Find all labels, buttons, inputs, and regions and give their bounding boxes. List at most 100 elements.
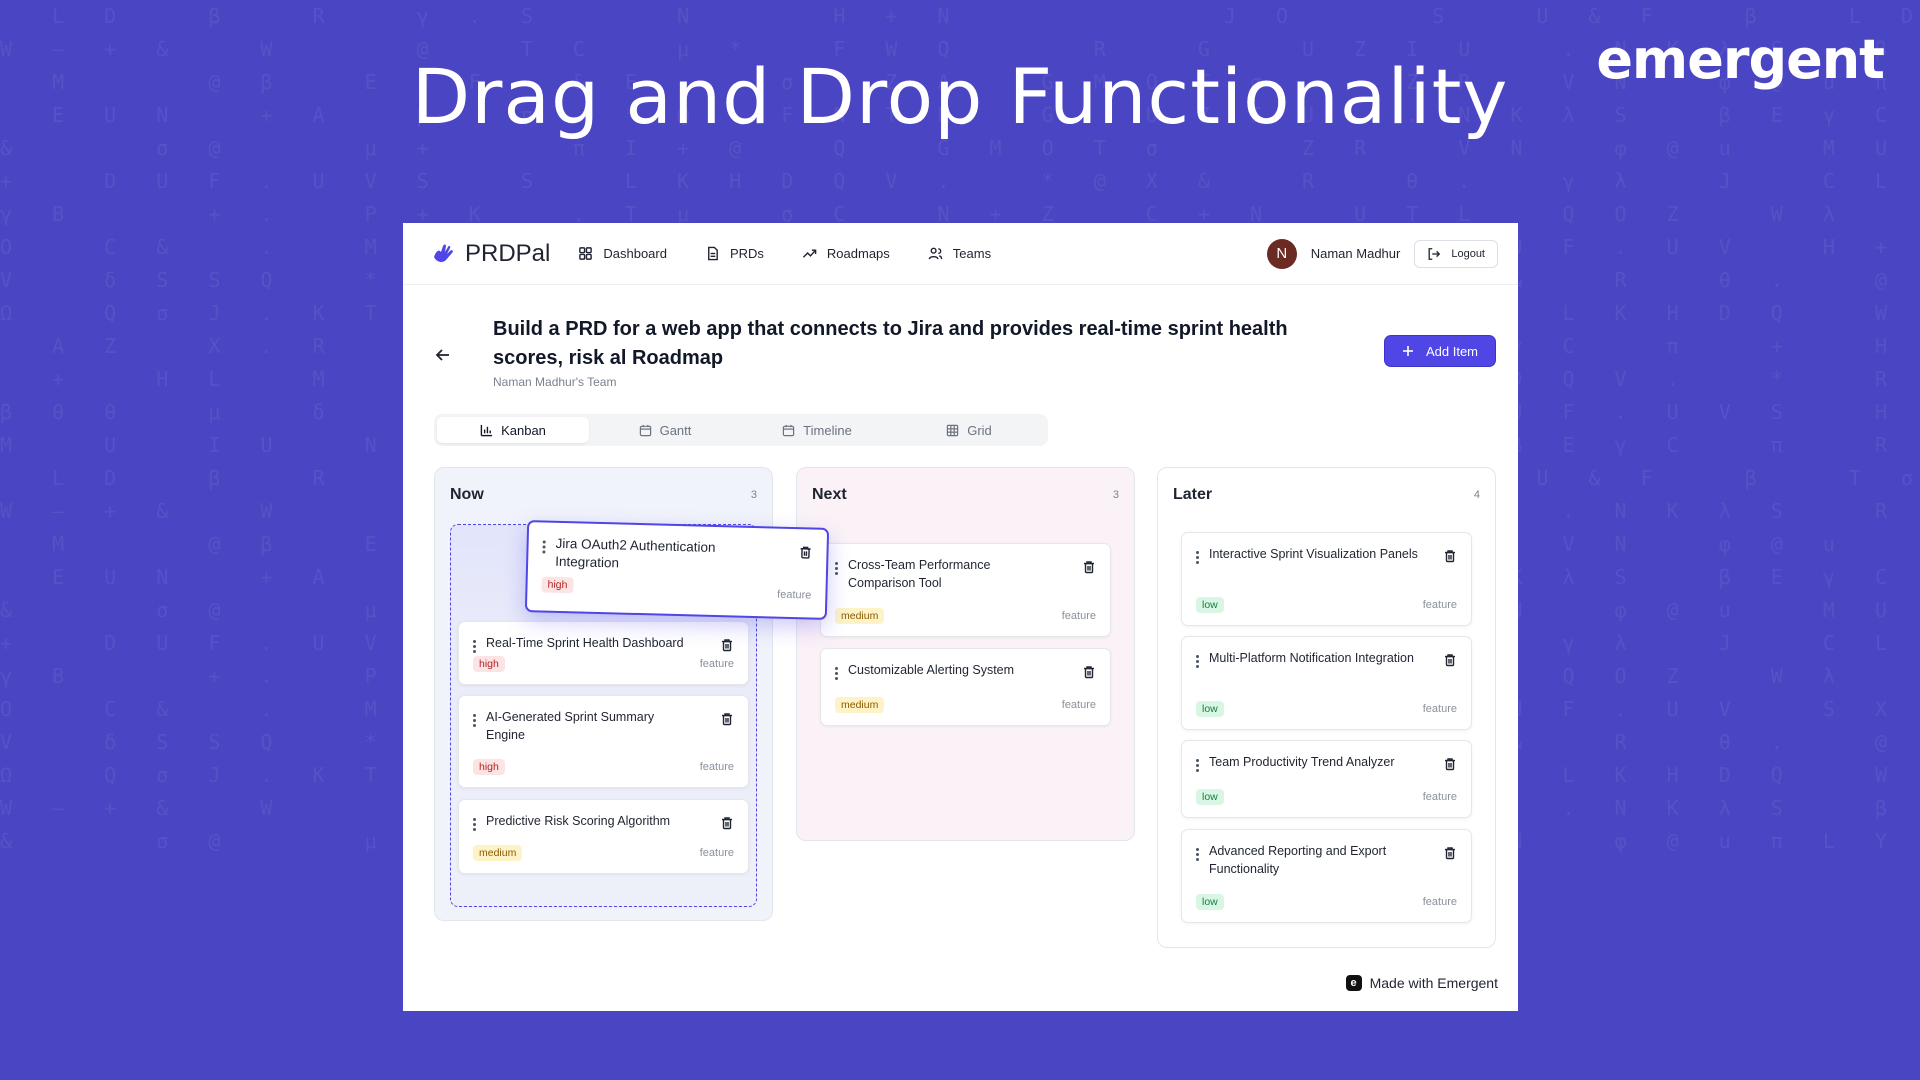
nav-teams-label: Teams — [952, 246, 992, 261]
card[interactable]: Multi-Platform Notification Integration … — [1181, 636, 1472, 730]
trash-icon[interactable] — [1082, 665, 1096, 679]
card[interactable]: AI-Generated Sprint Summary Engine high … — [458, 695, 749, 788]
add-item-button[interactable]: Add Item — [1384, 335, 1496, 367]
tab-gantt-label: Gantt — [659, 422, 692, 438]
drag-handle-icon[interactable] — [473, 818, 477, 833]
tab-grid[interactable]: Grid — [893, 417, 1045, 443]
priority-badge: high — [541, 576, 574, 594]
trash-icon[interactable] — [1082, 560, 1096, 574]
made-with-emergent-badge[interactable]: e Made with Emergent — [1345, 975, 1498, 991]
tab-kanban-label: Kanban — [501, 422, 546, 438]
priority-badge: low — [1196, 701, 1224, 717]
column-count: 4 — [1473, 489, 1480, 501]
priority-badge: low — [1196, 894, 1224, 910]
logout-button[interactable]: Logout — [1414, 239, 1498, 268]
drag-handle-icon[interactable] — [1196, 759, 1200, 774]
top-navigation: PRDPal Dashboard PRDs Roadmaps Teams N N… — [403, 223, 1518, 285]
card-type: feature — [1422, 599, 1457, 611]
column-title: Later — [1173, 486, 1213, 503]
trash-icon[interactable] — [1443, 757, 1457, 771]
app-logo[interactable]: PRDPal — [431, 240, 550, 268]
page-header: Build a PRD for a web app that connects … — [431, 315, 1496, 395]
back-arrow-icon[interactable] — [431, 343, 455, 367]
hand-wave-icon — [434, 244, 453, 262]
card-type: feature — [1061, 699, 1096, 711]
trash-icon[interactable] — [720, 712, 734, 726]
card[interactable]: Cross-Team Performance Comparison Tool m… — [820, 543, 1111, 637]
dashboard-grid-icon — [579, 247, 593, 260]
trash-icon[interactable] — [1443, 653, 1457, 667]
emergent-mark-icon: e — [1345, 975, 1362, 991]
card[interactable]: Advanced Reporting and Export Functional… — [1181, 829, 1472, 923]
avatar[interactable]: N — [1266, 238, 1297, 269]
calendar-icon — [639, 424, 651, 436]
card-title: Advanced Reporting and Export Functional… — [1209, 844, 1387, 876]
column-later: Later 4 Interactive Sprint Visualization… — [1157, 467, 1496, 948]
nav-prds[interactable]: PRDs — [701, 240, 768, 267]
nav-roadmaps-label: Roadmaps — [826, 246, 890, 261]
column-now: Now 3 Jira OAuth2 Authentication Integra… — [434, 467, 830, 921]
card-type: feature — [699, 847, 734, 859]
logout-label: Logout — [1451, 247, 1485, 260]
drag-handle-icon[interactable] — [1196, 848, 1200, 863]
card-type: feature — [776, 588, 812, 602]
drag-handle-icon[interactable] — [1196, 551, 1200, 566]
user-name: Naman Madhur — [1310, 246, 1401, 261]
dragging-card[interactable]: Jira OAuth2 Authentication Integration h… — [524, 520, 830, 620]
drag-handle-icon[interactable] — [835, 667, 839, 682]
calendar-icon — [782, 424, 795, 436]
drag-handle-icon[interactable] — [473, 640, 477, 655]
tab-gantt[interactable]: Gantt — [589, 417, 741, 443]
card[interactable]: Real-Time Sprint Health Dashboard high f… — [458, 621, 749, 685]
nav-dashboard[interactable]: Dashboard — [574, 240, 671, 267]
trash-icon[interactable] — [1443, 846, 1457, 860]
card[interactable]: Team Productivity Trend Analyzer low fea… — [1181, 740, 1472, 818]
card-type: feature — [1422, 896, 1457, 908]
column-count: 3 — [750, 489, 757, 501]
column-title: Next — [812, 486, 847, 503]
tab-timeline-label: Timeline — [803, 422, 852, 438]
app-logo-text: PRDPal — [465, 239, 551, 267]
drag-handle-icon[interactable] — [473, 714, 477, 729]
drag-handle-icon[interactable] — [835, 562, 839, 577]
card-type: feature — [699, 761, 734, 773]
column-header: Later 4 — [1173, 486, 1480, 504]
page-title: Build a PRD for a web app that connects … — [493, 318, 1288, 369]
card-title: Real-Time Sprint Health Dashboard — [486, 636, 684, 650]
made-with-label: Made with Emergent — [1369, 975, 1498, 991]
card-type: feature — [1422, 703, 1457, 715]
view-switcher: Kanban Gantt Timeline Grid — [434, 414, 1048, 446]
nav-roadmaps[interactable]: Roadmaps — [798, 240, 894, 267]
card[interactable]: Customizable Alerting System medium feat… — [820, 648, 1111, 726]
tab-grid-label: Grid — [967, 422, 992, 438]
trending-up-icon — [802, 249, 817, 258]
document-icon — [708, 246, 718, 261]
priority-badge: medium — [473, 845, 523, 861]
users-icon — [928, 247, 943, 260]
drag-handle-icon[interactable] — [542, 540, 546, 555]
nav-teams[interactable]: Teams — [924, 240, 995, 267]
trash-icon[interactable] — [720, 816, 734, 830]
column-title: Now — [450, 486, 484, 503]
trash-icon[interactable] — [1443, 549, 1457, 563]
plus-icon — [1402, 346, 1413, 356]
trash-icon[interactable] — [720, 638, 734, 652]
drag-handle-icon[interactable] — [1196, 655, 1200, 670]
app-window: PRDPal Dashboard PRDs Roadmaps Teams N N… — [403, 223, 1518, 1011]
column-header: Now 3 — [450, 486, 757, 504]
card-title: Team Productivity Trend Analyzer — [1209, 755, 1395, 769]
card-title: Jira OAuth2 Authentication Integration — [554, 535, 716, 571]
card-title: Cross-Team Performance Comparison Tool — [848, 558, 991, 590]
tab-timeline[interactable]: Timeline — [741, 417, 893, 443]
card[interactable]: Interactive Sprint Visualization Panels … — [1181, 532, 1472, 626]
grid-icon — [947, 424, 959, 436]
card-type: feature — [1061, 610, 1096, 622]
trash-icon[interactable] — [798, 545, 812, 559]
priority-badge: low — [1196, 597, 1224, 613]
card-title: Customizable Alerting System — [848, 663, 1015, 677]
card-title: Predictive Risk Scoring Algorithm — [486, 814, 671, 828]
card[interactable]: Predictive Risk Scoring Algorithm medium… — [458, 799, 749, 874]
tab-kanban[interactable]: Kanban — [437, 417, 589, 443]
card-type: feature — [699, 658, 734, 670]
priority-badge: high — [473, 759, 505, 775]
